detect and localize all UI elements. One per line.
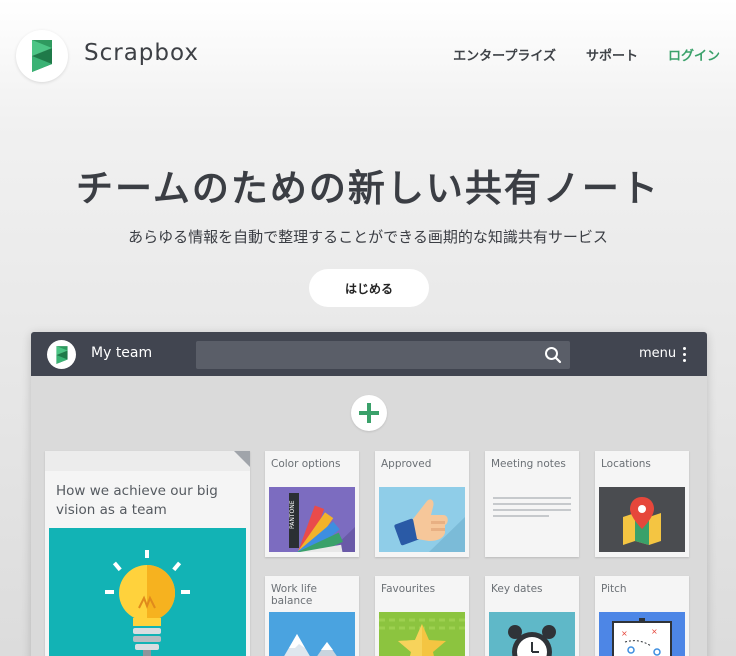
star-thumbnail [379, 612, 465, 656]
team-logo[interactable] [47, 340, 76, 369]
card-header [45, 451, 250, 471]
swatch-text: PANTONE [289, 500, 296, 529]
whiteboard-thumbnail: × × [599, 612, 685, 656]
card-title: Pitch [601, 583, 627, 595]
app-menu-label[interactable]: menu [639, 346, 676, 361]
featured-card-title: How we achieve our big vision as a team [56, 483, 218, 518]
svg-text:×: × [621, 629, 628, 638]
kebab-menu-icon[interactable] [683, 347, 687, 363]
hero-title: チームのための新しい共有ノート [76, 167, 660, 210]
hero-subtitle: あらゆる情報を自動で整理することができる画期的な知識共有サービス [128, 228, 608, 246]
thumbs-up-thumbnail [379, 487, 465, 552]
add-page-button[interactable] [351, 395, 387, 431]
card-title: Approved [381, 458, 432, 470]
card-title: Work life balance [271, 583, 317, 607]
svg-text:×: × [651, 627, 658, 636]
text-lines-icon [493, 497, 571, 517]
star-icon [379, 618, 465, 656]
alarm-clock-thumbnail [489, 612, 575, 656]
whiteboard-icon: × × [612, 618, 672, 656]
lightbulb-icon [105, 550, 190, 656]
mountains-icon [284, 634, 337, 656]
top-nav: エンタープライズ サポート ログイン [453, 45, 720, 64]
featured-page-card[interactable]: How we achieve our big vision as a team [45, 451, 250, 656]
page-card-meeting-notes[interactable]: Meeting notes [485, 451, 579, 557]
card-title: Key dates [491, 583, 543, 595]
nav-support-link[interactable]: サポート [586, 45, 638, 64]
app-search-input[interactable] [196, 341, 570, 369]
page-card-work-life-balance[interactable]: Work life balance [265, 576, 359, 656]
color-swatch-thumbnail: PANTONE [269, 487, 355, 552]
page-fold-corner [234, 451, 250, 467]
map-pin-icon [623, 497, 661, 545]
lightbulb-illustration [49, 528, 246, 656]
search-icon[interactable] [544, 346, 562, 364]
card-title: Meeting notes [491, 458, 566, 470]
scrapbox-logo-icon [32, 40, 52, 72]
page-card-favourites[interactable]: Favourites [375, 576, 469, 656]
map-thumbnail [599, 487, 685, 552]
card-title: Color options [271, 458, 341, 470]
scrapbox-logo-icon [55, 345, 68, 364]
nav-enterprise-link[interactable]: エンタープライズ [453, 45, 556, 64]
page-card-key-dates[interactable]: Key dates [485, 576, 579, 656]
team-name[interactable]: My team [91, 345, 152, 361]
scrapbox-logo[interactable] [16, 30, 68, 82]
thumbs-up-icon [394, 499, 465, 552]
plus-icon [359, 403, 379, 423]
alarm-clock-icon [508, 625, 556, 656]
page-card-approved[interactable]: Approved [375, 451, 469, 557]
page-card-pitch[interactable]: Pitch × × [595, 576, 689, 656]
text-lines-thumbnail [489, 487, 575, 552]
brand-name[interactable]: Scrapbox [84, 40, 199, 66]
page-card-color-options[interactable]: Color options PANTONE [265, 451, 359, 557]
page-card-locations[interactable]: Locations [595, 451, 689, 557]
site-header: Scrapbox エンタープライズ サポート ログイン [0, 0, 736, 110]
get-started-button[interactable]: はじめる [309, 269, 429, 307]
app-top-bar: My team menu [31, 332, 707, 376]
color-swatch-icon: PANTONE [289, 493, 355, 552]
nav-login-link[interactable]: ログイン [668, 45, 720, 64]
app-preview: My team menu How we achieve our big visi… [31, 332, 707, 656]
card-title: Locations [601, 458, 651, 470]
card-title: Favourites [381, 583, 436, 595]
mountains-thumbnail [269, 612, 355, 656]
